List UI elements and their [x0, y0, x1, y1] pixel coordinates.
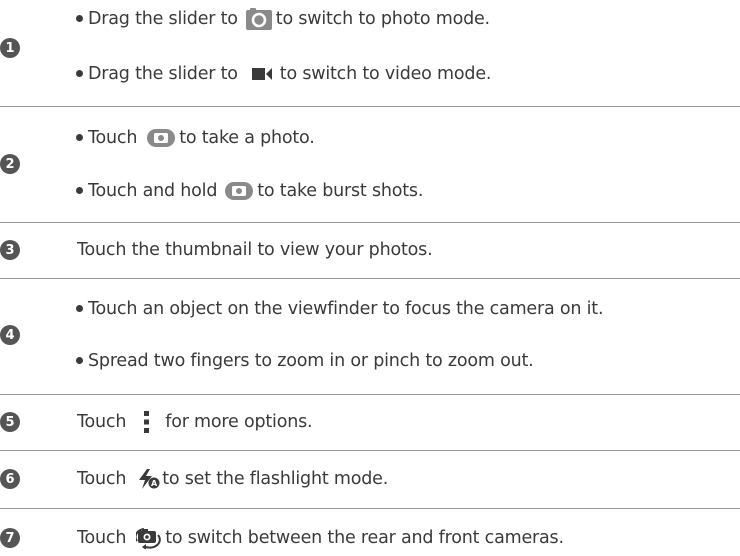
bullet	[76, 69, 83, 77]
divider	[0, 508, 740, 509]
divider	[0, 222, 740, 223]
line-text: to set the flashlight mode.	[162, 469, 389, 489]
line-text: Touch	[88, 128, 138, 148]
line-text: Touch	[77, 528, 127, 548]
video-camera-icon	[251, 68, 272, 80]
bullet	[76, 186, 83, 194]
line-text: to switch between the rear and front cam…	[165, 528, 564, 548]
step-number-5: 5	[0, 412, 20, 432]
line-text: Touch and hold	[88, 181, 218, 201]
step-2-line-1: Touch to take a photo.	[76, 127, 315, 149]
step-4-line-1: Touch an object on the viewfinder to foc…	[76, 298, 604, 320]
step-4-line-2: Spread two fingers to zoom in or pinch t…	[76, 350, 534, 372]
step-number-4: 4	[0, 325, 20, 345]
line-text: Drag the slider to	[88, 64, 238, 84]
step-number-3: 3	[0, 240, 20, 260]
bullet	[76, 304, 83, 312]
step-number-1: 1	[0, 38, 20, 58]
step-number-6: 6	[0, 469, 20, 489]
line-text: Spread two fingers to zoom in or pinch t…	[88, 351, 534, 371]
line-text: Touch	[77, 412, 127, 432]
line-text: to take burst shots.	[257, 181, 424, 201]
camera-box-icon	[245, 8, 272, 30]
line-text: Touch the thumbnail to view your photos.	[77, 240, 433, 260]
divider	[0, 394, 740, 395]
line-text: Touch	[77, 469, 127, 489]
step-7-line-1: Touch to switch between the rear and fro…	[77, 527, 564, 549]
svg-text:A: A	[151, 479, 158, 488]
more-options-icon	[144, 411, 150, 433]
switch-camera-icon	[136, 527, 162, 549]
bullet	[76, 356, 83, 364]
divider	[0, 278, 740, 279]
bullet	[76, 14, 83, 22]
step-number-2: 2	[0, 154, 20, 174]
step-number-7: 7	[0, 528, 20, 548]
step-2-line-2: Touch and hold to take burst shots.	[76, 180, 423, 202]
shutter-button-icon	[147, 129, 176, 147]
shutter-button-icon	[225, 182, 254, 200]
flash-auto-icon: A	[138, 469, 160, 489]
step-5-line-1: Touch for more options.	[77, 411, 313, 433]
divider	[0, 106, 740, 107]
bullet	[76, 133, 83, 141]
line-text: Touch an object on the viewfinder to foc…	[88, 299, 604, 319]
line-text: to take a photo.	[179, 128, 315, 148]
line-text: for more options.	[165, 412, 313, 432]
line-text: Drag the slider to	[88, 9, 238, 29]
divider	[0, 450, 740, 451]
line-text: to switch to photo mode.	[275, 9, 490, 29]
line-text: to switch to video mode.	[279, 64, 492, 84]
step-3-line-1: Touch the thumbnail to view your photos.	[77, 239, 433, 261]
step-6-line-1: Touch A to set the flashlight mode.	[77, 468, 388, 490]
step-1-line-1: Drag the slider to to switch to photo mo…	[76, 8, 490, 30]
step-1-line-2: Drag the slider to to switch to video mo…	[76, 63, 491, 85]
